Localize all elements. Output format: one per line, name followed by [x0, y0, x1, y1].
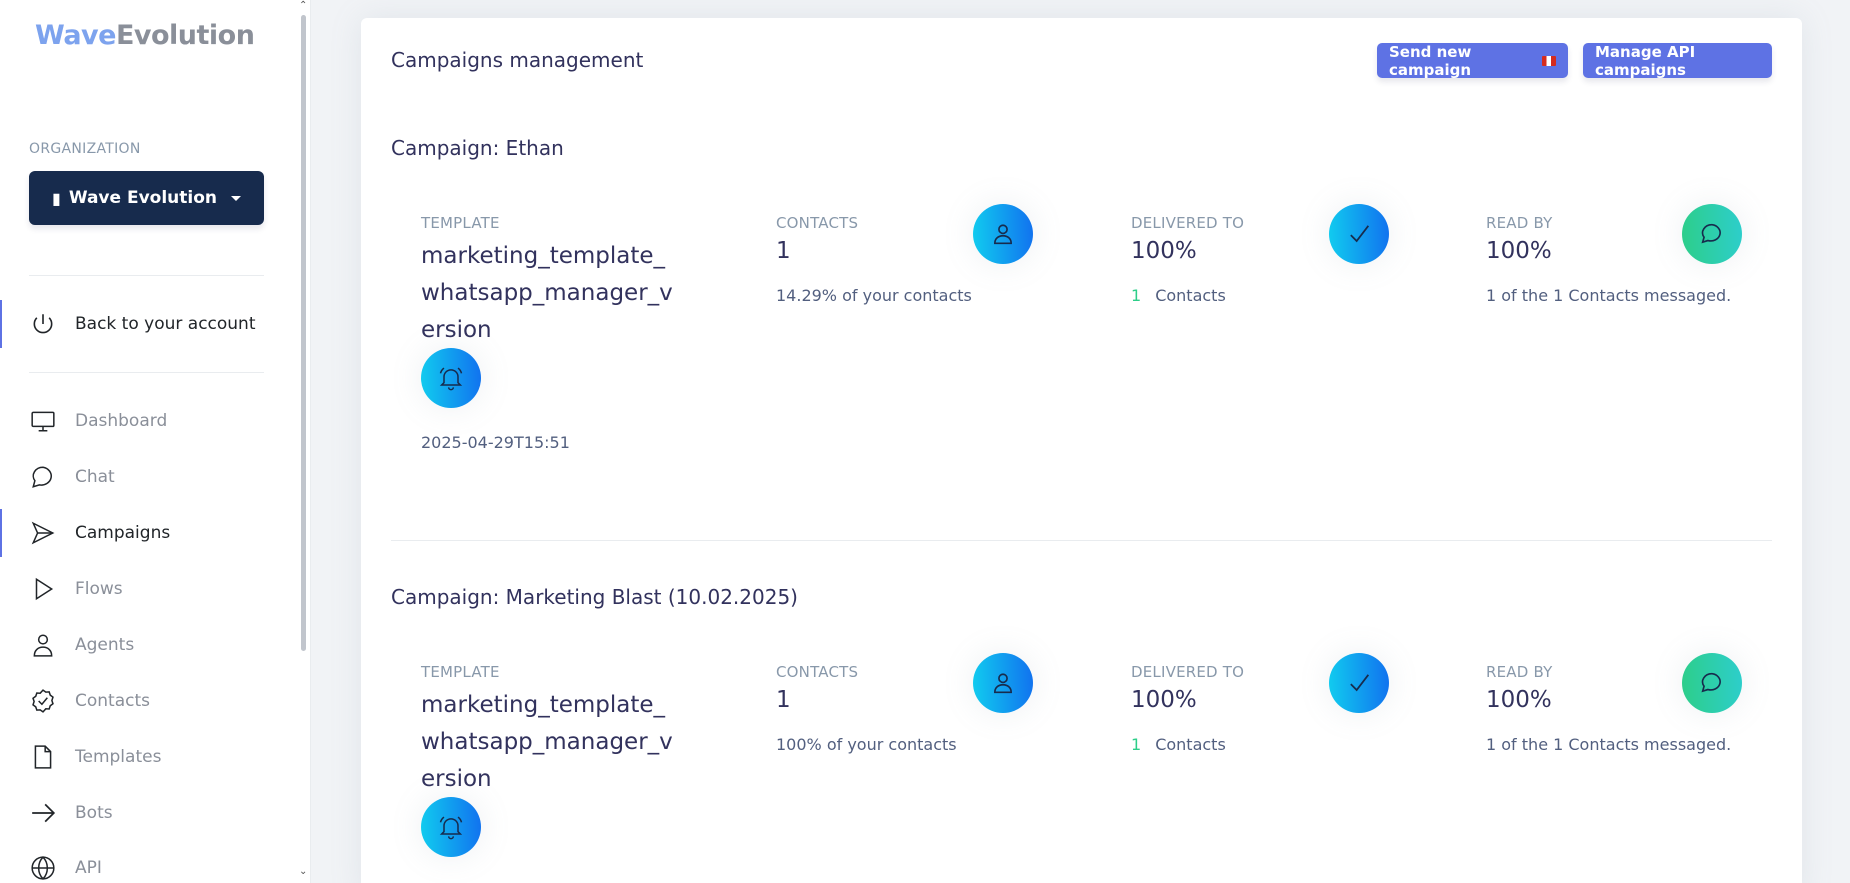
template-name: marketing_template_whatsapp_manager_vers…: [421, 243, 673, 343]
caret-down-icon: [231, 195, 241, 201]
contacts-value: 1: [776, 238, 791, 264]
delivered-label: DELIVERED TO: [1131, 663, 1245, 681]
sidebar-divider: [29, 275, 264, 276]
campaigns-card: Campaigns management Send new campaign M…: [361, 18, 1802, 883]
manage-api-campaigns-button[interactable]: Manage API campaigns: [1583, 43, 1772, 79]
user-icon: [29, 631, 57, 659]
contacts-value: 1: [776, 687, 791, 713]
sidebar-item-label: Contacts: [75, 691, 150, 711]
delivered-unit: Contacts: [1155, 286, 1226, 305]
delivered-desc: 1 Contacts: [1131, 286, 1436, 305]
delivered-desc: 1 Contacts: [1131, 735, 1436, 754]
scroll-up-icon[interactable]: ⌃: [299, 0, 307, 11]
sidebar-item-label: Flows: [75, 579, 123, 599]
campaign-title: Campaign: Ethan: [391, 136, 564, 160]
sidebar-item-dashboard[interactable]: Dashboard: [0, 397, 300, 445]
delivered-count: 1: [1131, 286, 1142, 305]
sidebar: WaveEvolution ORGANIZATION ▮ Wave Evolut…: [0, 0, 311, 883]
read-label: READ BY: [1486, 663, 1553, 681]
campaign-block: Campaign: Marketing Blast (10.02.2025) T…: [391, 585, 1772, 857]
read-value: 100%: [1486, 238, 1552, 264]
read-label: READ BY: [1486, 214, 1553, 232]
check-icon: [1329, 204, 1389, 264]
send-new-campaign-button[interactable]: Send new campaign: [1377, 42, 1568, 79]
delivered-stat: DELIVERED TO 100% 1 Contacts: [1131, 204, 1436, 305]
template-stat: TEMPLATE marketing_template_whatsapp_man…: [421, 663, 726, 857]
chat-icon: [1682, 204, 1742, 264]
scrollbar-thumb[interactable]: [301, 15, 306, 651]
arrow-right-icon: [29, 799, 57, 827]
sidebar-item-api[interactable]: API: [0, 844, 300, 883]
contacts-desc: 100% of your contacts: [776, 735, 957, 754]
campaign-separator: [391, 540, 1772, 541]
template-name: marketing_template_whatsapp_manager_vers…: [421, 692, 673, 792]
power-icon: [29, 310, 57, 338]
send-icon: [29, 519, 57, 547]
user-icon: [973, 204, 1033, 264]
sidebar-item-label: Bots: [75, 803, 113, 823]
sidebar-item-label: Templates: [75, 747, 162, 767]
bell-icon: [421, 348, 481, 408]
check-icon: [1329, 653, 1389, 713]
contacts-stat: CONTACTS 1 14.29% of your contacts: [776, 204, 1081, 305]
campaign-title: Campaign: Marketing Blast (10.02.2025): [391, 585, 798, 609]
sidebar-scrollbar[interactable]: ⌃ ⌄: [297, 0, 310, 883]
sidebar-item-flows[interactable]: Flows: [0, 565, 300, 613]
template-stat: TEMPLATE marketing_template_whatsapp_man…: [421, 214, 726, 452]
template-label: TEMPLATE: [421, 663, 500, 681]
flag-icon: [1542, 55, 1556, 66]
user-icon: [973, 653, 1033, 713]
delivered-value: 100%: [1131, 238, 1197, 264]
sidebar-item-label: Dashboard: [75, 411, 168, 431]
chat-icon: [1682, 653, 1742, 713]
delivered-stat: DELIVERED TO 100% 1 Contacts: [1131, 653, 1436, 754]
read-value: 100%: [1486, 687, 1552, 713]
play-icon: [29, 575, 57, 603]
sidebar-item-campaigns[interactable]: Campaigns: [0, 509, 300, 557]
bell-icon: [421, 797, 481, 857]
sidebar-item-label: Chat: [75, 467, 115, 487]
organization-label: ORGANIZATION: [29, 141, 141, 157]
building-icon: ▮: [52, 188, 61, 208]
campaign-block: Campaign: Ethan TEMPLATE marketing_templ…: [391, 136, 1772, 452]
contacts-stat: CONTACTS 1 100% of your contacts: [776, 653, 1081, 754]
badge-check-icon: [29, 687, 57, 715]
scroll-down-icon[interactable]: ⌄: [299, 866, 307, 877]
sidebar-divider: [29, 372, 264, 373]
read-desc: 1 of the 1 Contacts messaged.: [1486, 735, 1732, 754]
contacts-label: CONTACTS: [776, 214, 859, 232]
globe-icon: [29, 854, 57, 882]
read-stat: READ BY 100% 1 of the 1 Contacts message…: [1486, 204, 1791, 305]
campaign-date: 2025-04-29T15:51: [421, 433, 570, 452]
sidebar-item-label: API: [75, 858, 102, 878]
delivered-unit: Contacts: [1155, 735, 1226, 754]
page-title: Campaigns management: [391, 48, 644, 72]
send-new-campaign-label: Send new campaign: [1389, 42, 1472, 79]
sidebar-item-agents[interactable]: Agents: [0, 621, 300, 669]
contacts-desc: 14.29% of your contacts: [776, 286, 972, 305]
sidebar-item-bots[interactable]: Bots: [0, 789, 300, 837]
back-to-account-link[interactable]: Back to your account: [0, 300, 300, 348]
back-to-account-label: Back to your account: [75, 314, 256, 334]
logo[interactable]: WaveEvolution: [35, 20, 255, 51]
monitor-icon: [29, 407, 57, 435]
delivered-label: DELIVERED TO: [1131, 214, 1245, 232]
sidebar-item-contacts[interactable]: Contacts: [0, 677, 300, 725]
file-icon: [29, 743, 57, 771]
sidebar-item-label: Campaigns: [75, 523, 171, 543]
read-stat: READ BY 100% 1 of the 1 Contacts message…: [1486, 653, 1791, 754]
delivered-value: 100%: [1131, 687, 1197, 713]
organization-name: Wave Evolution: [68, 188, 217, 208]
contacts-label: CONTACTS: [776, 663, 859, 681]
organization-dropdown-button[interactable]: ▮ Wave Evolution: [29, 171, 264, 225]
chat-icon: [29, 463, 57, 491]
logo-wave: Wave: [35, 20, 116, 51]
delivered-count: 1: [1131, 735, 1142, 754]
read-desc: 1 of the 1 Contacts messaged.: [1486, 286, 1732, 305]
logo-evolution: Evolution: [115, 20, 255, 51]
sidebar-item-label: Agents: [75, 635, 135, 655]
sidebar-item-chat[interactable]: Chat: [0, 453, 300, 501]
template-label: TEMPLATE: [421, 214, 500, 232]
sidebar-item-templates[interactable]: Templates: [0, 733, 300, 781]
